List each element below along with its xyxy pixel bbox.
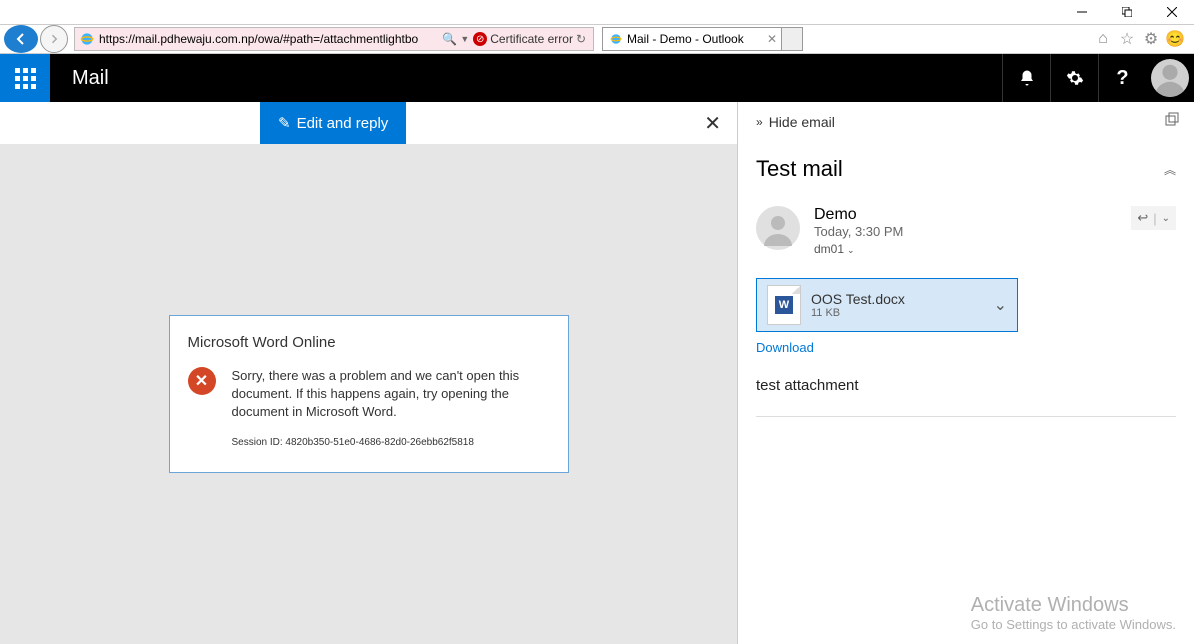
help-icon: ?: [1116, 67, 1128, 90]
tab-strip: Mail - Demo - Outlook ✕: [602, 27, 1094, 51]
watermark-title: Activate Windows: [971, 594, 1176, 617]
help-button[interactable]: ?: [1098, 54, 1146, 102]
sender-name: Demo: [814, 206, 1131, 224]
edit-reply-label: Edit and reply: [297, 115, 389, 132]
sender-time: Today, 3:30 PM: [814, 224, 1131, 239]
emoji-icon[interactable]: 😊: [1166, 30, 1184, 48]
hide-email-button[interactable]: » Hide email: [756, 114, 1176, 130]
error-dialog: Microsoft Word Online ✕ Sorry, there was…: [169, 315, 569, 474]
settings-gear-icon[interactable]: ⚙: [1142, 30, 1160, 48]
close-preview-button[interactable]: ✕: [704, 111, 721, 136]
main-content: ✎ Edit and reply ✕ Microsoft Word Online…: [0, 102, 1194, 644]
activate-windows-watermark: Activate Windows Go to Settings to activ…: [971, 594, 1176, 632]
minimize-button[interactable]: [1059, 0, 1104, 24]
maximize-button[interactable]: [1104, 0, 1149, 24]
more-actions-button[interactable]: ⌄: [1162, 213, 1170, 224]
sender-avatar: [756, 206, 800, 250]
refresh-icon[interactable]: ↻: [576, 32, 586, 46]
attachment-chevron-icon[interactable]: ⌄: [994, 295, 1007, 315]
tab-close-icon[interactable]: ✕: [767, 32, 777, 46]
reply-actions: ↩ | ⌄: [1131, 206, 1176, 230]
hide-email-label: Hide email: [769, 114, 835, 130]
attachment-card[interactable]: W OOS Test.docx 11 KB ⌄: [756, 278, 1018, 332]
error-app-title: Microsoft Word Online: [188, 334, 550, 351]
recipients-dropdown-icon: ⌄: [847, 245, 855, 255]
attachment-name: OOS Test.docx: [811, 291, 994, 307]
close-button[interactable]: [1149, 0, 1194, 24]
error-icon: ✕: [188, 367, 216, 395]
browser-toolbar-icons: ⌂ ☆ ⚙ 😊: [1094, 30, 1190, 48]
tab-title: Mail - Demo - Outlook: [627, 32, 744, 46]
sender-to[interactable]: dm01⌄: [814, 242, 1131, 256]
pencil-icon: ✎: [278, 114, 291, 132]
browser-tab[interactable]: Mail - Demo - Outlook ✕: [602, 27, 782, 51]
reading-pane: » Hide email Test mail ︽ Demo Today, 3:3…: [738, 102, 1194, 644]
email-body: test attachment: [756, 377, 1176, 406]
waffle-icon: [15, 68, 36, 89]
new-tab-button[interactable]: [781, 27, 803, 51]
ie-icon: [609, 32, 623, 46]
url-dropdown-icon[interactable]: ▼: [460, 34, 469, 44]
nav-back-button[interactable]: [4, 25, 38, 53]
edit-and-reply-button[interactable]: ✎ Edit and reply: [260, 102, 406, 144]
ie-icon: [79, 31, 95, 47]
browser-navbar: 🔍 ▼ ⊘ Certificate error ↻ Mail - Demo - …: [0, 24, 1194, 54]
address-bar[interactable]: 🔍 ▼ ⊘ Certificate error ↻: [74, 27, 594, 51]
collapse-icon[interactable]: ︽: [1164, 161, 1176, 178]
download-link[interactable]: Download: [756, 340, 814, 355]
cert-error-icon: ⊘: [473, 32, 487, 46]
home-icon[interactable]: ⌂: [1094, 30, 1112, 48]
watermark-subtitle: Go to Settings to activate Windows.: [971, 617, 1176, 632]
settings-button[interactable]: [1050, 54, 1098, 102]
cert-error-label: Certificate error: [490, 32, 573, 46]
reply-button[interactable]: ↩: [1137, 210, 1148, 226]
session-id: Session ID: 4820b350-51e0-4686-82d0-26eb…: [232, 437, 550, 448]
word-file-icon: W: [767, 285, 801, 325]
app-header: Mail ?: [0, 54, 1194, 102]
document-preview-area: Microsoft Word Online ✕ Sorry, there was…: [0, 144, 737, 644]
error-message: Sorry, there was a problem and we can't …: [232, 367, 550, 422]
app-title: Mail: [72, 67, 109, 90]
window-titlebar: [0, 0, 1194, 24]
certificate-error[interactable]: ⊘ Certificate error: [473, 32, 573, 46]
body-divider: [756, 416, 1176, 417]
preview-pane: ✎ Edit and reply ✕ Microsoft Word Online…: [0, 102, 738, 644]
favorites-icon[interactable]: ☆: [1118, 30, 1136, 48]
url-input[interactable]: [99, 32, 439, 46]
popout-icon[interactable]: [1164, 112, 1180, 133]
attachment-size: 11 KB: [811, 307, 994, 319]
user-avatar[interactable]: [1151, 59, 1189, 97]
search-icon[interactable]: 🔍: [442, 32, 457, 46]
email-subject: Test mail: [756, 156, 1164, 182]
notifications-button[interactable]: [1002, 54, 1050, 102]
preview-toolbar: ✎ Edit and reply ✕: [0, 102, 737, 144]
sender-row: Demo Today, 3:30 PM dm01⌄ ↩ | ⌄: [756, 206, 1176, 256]
nav-forward-button[interactable]: [40, 25, 68, 53]
app-launcher-button[interactable]: [0, 54, 50, 102]
chevron-right-icon: »: [756, 115, 761, 129]
